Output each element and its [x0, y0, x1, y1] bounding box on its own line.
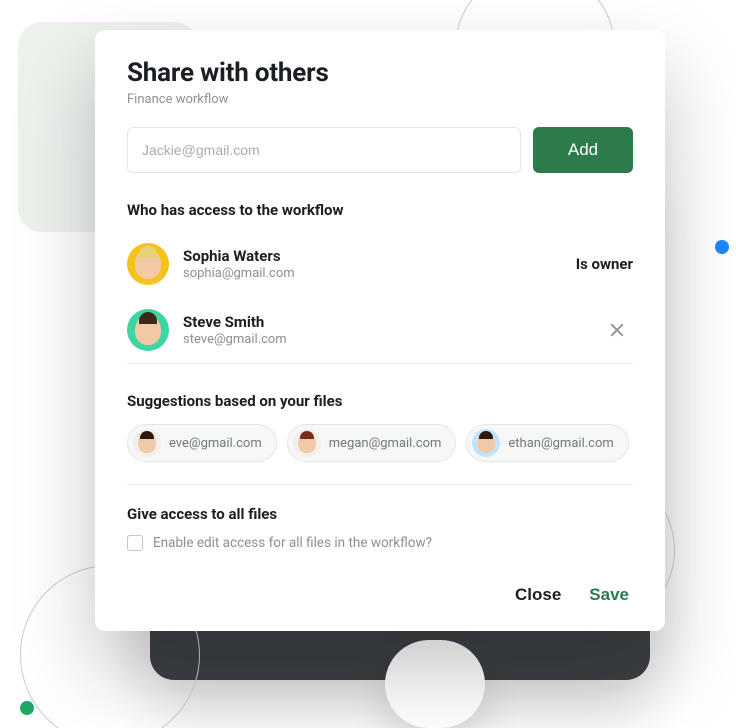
avatar: [293, 429, 321, 457]
bg-shape-pill: [385, 640, 485, 728]
access-user-list: Sophia Waters sophia@gmail.com Is owner …: [127, 231, 633, 364]
save-button[interactable]: Save: [589, 585, 629, 605]
suggestion-email: eve@gmail.com: [169, 436, 262, 451]
canvas: Share with others Finance workflow Add W…: [0, 0, 736, 728]
user-row-owner: Sophia Waters sophia@gmail.com Is owner: [127, 231, 633, 297]
all-files-heading: Give access to all files: [127, 505, 633, 523]
modal-subtitle: Finance workflow: [127, 92, 633, 107]
remove-user-button[interactable]: [601, 314, 633, 346]
checkbox-row: Enable edit access for all files in the …: [127, 535, 633, 551]
suggestion-chip[interactable]: ethan@gmail.com: [466, 424, 628, 462]
suggestion-chip[interactable]: eve@gmail.com: [127, 424, 277, 462]
add-button[interactable]: Add: [533, 127, 633, 173]
user-email: sophia@gmail.com: [183, 266, 576, 281]
suggestions-heading: Suggestions based on your files: [127, 392, 633, 410]
avatar: [127, 309, 169, 351]
bg-dot-blue: [715, 240, 729, 254]
edit-access-checkbox[interactable]: [127, 535, 143, 551]
avatar: [133, 429, 161, 457]
checkbox-label: Enable edit access for all files in the …: [153, 535, 432, 551]
modal-footer: Close Save: [127, 579, 633, 613]
give-access-section: Give access to all files Enable edit acc…: [127, 505, 633, 551]
suggestion-email: megan@gmail.com: [329, 436, 442, 451]
user-info: Sophia Waters sophia@gmail.com: [183, 247, 576, 281]
user-email: steve@gmail.com: [183, 332, 601, 347]
user-name: Sophia Waters: [183, 247, 576, 265]
share-modal: Share with others Finance workflow Add W…: [95, 30, 665, 631]
owner-label: Is owner: [576, 255, 633, 273]
close-button[interactable]: Close: [515, 585, 561, 605]
email-input[interactable]: [127, 127, 521, 173]
access-heading: Who has access to the workflow: [127, 201, 633, 219]
user-info: Steve Smith steve@gmail.com: [183, 313, 601, 347]
invite-row: Add: [127, 127, 633, 173]
close-icon: [608, 321, 626, 339]
avatar: [472, 429, 500, 457]
user-row-member: Steve Smith steve@gmail.com: [127, 297, 633, 363]
bg-dot-green: [20, 701, 34, 715]
suggestion-chips: eve@gmail.com megan@gmail.com ethan@gmai…: [127, 424, 633, 485]
modal-title: Share with others: [127, 58, 633, 88]
suggestion-email: ethan@gmail.com: [508, 436, 613, 451]
avatar: [127, 243, 169, 285]
suggestion-chip[interactable]: megan@gmail.com: [287, 424, 457, 462]
user-name: Steve Smith: [183, 313, 601, 331]
